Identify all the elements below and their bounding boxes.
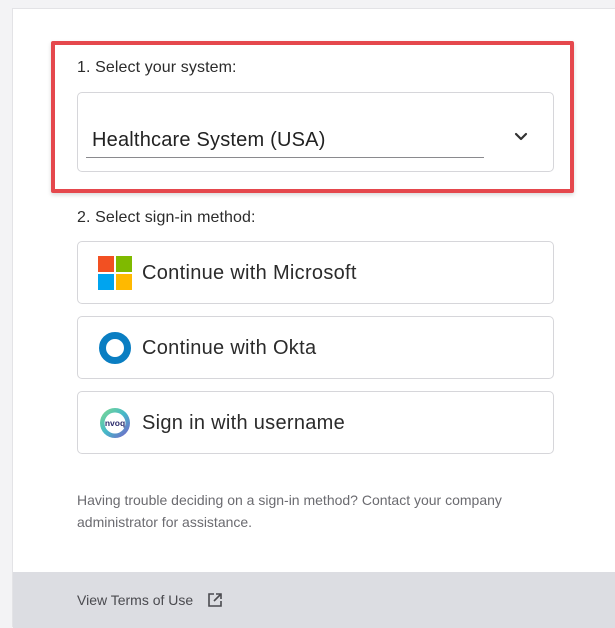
external-link-icon: [208, 593, 223, 607]
microsoft-logo-icon: [98, 256, 132, 290]
system-select[interactable]: Healthcare System (USA): [77, 92, 554, 172]
continue-with-okta-button[interactable]: Continue with Okta: [77, 316, 554, 379]
help-text: Having trouble deciding on a sign-in met…: [77, 492, 502, 530]
view-terms-label: View Terms of Use: [77, 592, 194, 608]
nvoq-logo-text: nvoq: [105, 418, 125, 428]
view-terms-link[interactable]: View Terms of Use: [77, 592, 223, 608]
okta-button-label: Continue with Okta: [142, 337, 317, 359]
microsoft-button-label: Continue with Microsoft: [142, 262, 357, 284]
select-method-label: 2. Select sign-in method:: [77, 209, 256, 226]
nvoq-logo-icon: nvoq: [100, 408, 130, 438]
username-button-label: Sign in with username: [142, 412, 346, 434]
system-select-value: Healthcare System (USA): [92, 129, 326, 151]
sign-in-card: 1. Select your system: Healthcare System…: [12, 8, 615, 628]
okta-logo-icon: [99, 332, 131, 364]
select-system-label: 1. Select your system:: [77, 59, 237, 76]
footer-bar: View Terms of Use: [13, 572, 615, 628]
chevron-down-icon[interactable]: [511, 127, 531, 147]
continue-with-microsoft-button[interactable]: Continue with Microsoft: [77, 241, 554, 304]
select-underline: [86, 157, 484, 158]
sign-in-with-username-button[interactable]: nvoq Sign in with username: [77, 391, 554, 454]
